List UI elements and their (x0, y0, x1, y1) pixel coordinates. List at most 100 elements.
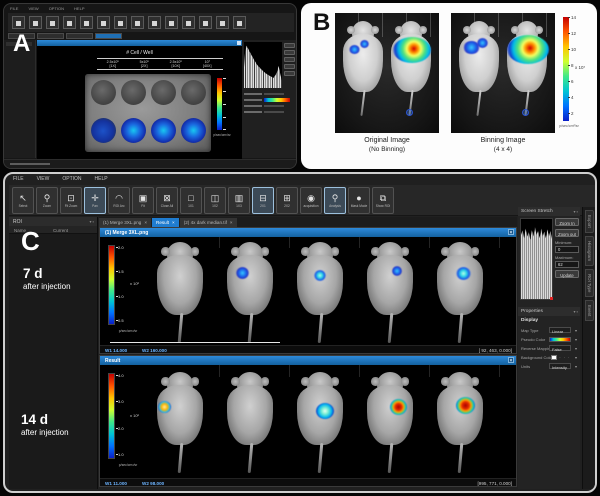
panel-a-viewer-canvas[interactable]: # Cell / Well 2.5x10⁵[1X] 5x10⁵[2X] 2.5x… (37, 46, 242, 159)
close-icon[interactable]: × (144, 220, 147, 228)
zoom-button[interactable]: ⚲Zoom (36, 187, 58, 214)
pseudo-color-gradient[interactable] (549, 337, 571, 342)
menubar: FILE VIEW OPTION HELP (13, 176, 108, 182)
tool-icon[interactable] (97, 16, 110, 29)
acquisition-button[interactable]: ◉acquisition (300, 187, 322, 214)
tool-icon[interactable] (80, 16, 93, 29)
menu-file[interactable]: FILE (13, 176, 24, 182)
zoom-out-button[interactable]: Zoom out (555, 229, 579, 237)
panel-b: B Ori (301, 3, 597, 169)
more-icon[interactable]: ▾ (575, 355, 577, 360)
minimum-input[interactable] (555, 246, 579, 253)
tab-dark-median[interactable]: (2) 4x dark median.tif× (180, 218, 237, 227)
viewer1-canvas[interactable]: 2.0 1.5 1.0 0.5 x 10⁶ p/sec/cm²/sr (100, 237, 516, 347)
image-tab-active[interactable] (95, 33, 122, 39)
mini-button[interactable] (284, 50, 295, 55)
tool-icon[interactable] (63, 16, 76, 29)
viewer2-canvas[interactable]: 4.0 3.0 2.0 1.0 x 10⁶ p/sec/cm²/sr (100, 365, 516, 480)
fit-button[interactable]: ▣Fit (132, 187, 154, 214)
close-icon[interactable]: × (508, 357, 514, 363)
close-all-button[interactable]: ⊠Close All (156, 187, 178, 214)
viewer1-titlebar[interactable]: (1) Merge 3XL.png× (100, 228, 516, 237)
menu-help[interactable]: HELP (95, 176, 108, 182)
layout-1x2-button[interactable]: ◫1X2 (204, 187, 226, 214)
mask-mode-button[interactable]: ●Mask Mode (348, 187, 370, 214)
side-tab-export[interactable]: Export (585, 210, 594, 233)
tool-icon[interactable] (131, 16, 144, 29)
select-icon: ↖ (19, 193, 27, 204)
menu-view[interactable]: VIEW (28, 6, 38, 11)
mini-button[interactable] (284, 64, 295, 69)
map-type-value[interactable]: Linear (549, 327, 571, 333)
reverse-mapping-value[interactable]: False (549, 345, 571, 351)
tool-icon[interactable] (114, 16, 127, 29)
window-level-2: W2 98.000 (142, 481, 164, 486)
colorbar (217, 78, 222, 130)
chevron-down-icon[interactable]: ▾ (575, 337, 577, 342)
background-color-swatch[interactable] (551, 355, 557, 360)
tool-icon[interactable] (182, 16, 195, 29)
mini-button[interactable] (284, 57, 295, 62)
scrollbar[interactable] (110, 342, 280, 344)
layout-2x1-button[interactable]: ⊟2X1 (252, 187, 274, 214)
tool-icon[interactable] (216, 16, 229, 29)
analysis-button[interactable]: ⚲Analysis (324, 187, 346, 214)
image-tab[interactable] (37, 33, 64, 39)
layout-2x2-button[interactable]: ⊞2X2 (276, 187, 298, 214)
show-roi-button[interactable]: ⧉Show ROI (372, 187, 394, 214)
panel-pin-icons[interactable]: ▾ ▪ (89, 219, 94, 224)
tool-icon[interactable] (199, 16, 212, 29)
side-tab-histogram[interactable]: Histogram (585, 236, 594, 266)
pseudo-color-gradient[interactable] (264, 98, 290, 102)
panel-pin-icons[interactable]: ▾ ▪ (573, 309, 578, 314)
tool-icon[interactable] (46, 16, 59, 29)
menu-option[interactable]: OPTION (49, 6, 64, 11)
window-level-1: W1 11.000 (105, 481, 127, 486)
tool-icon[interactable] (29, 16, 42, 29)
chevron-down-icon[interactable]: ▾ (575, 328, 577, 333)
mouse-image (504, 21, 550, 107)
menu-option[interactable]: OPTION (62, 176, 81, 182)
viewer1-colorbar: 2.0 1.5 1.0 0.5 x 10⁶ p/sec/cm²/sr (108, 245, 148, 345)
binning-image (451, 13, 555, 133)
tool-icon[interactable] (233, 16, 246, 29)
menu-view[interactable]: VIEW (37, 176, 50, 182)
layout-1x3-button[interactable]: ▥1X3 (228, 187, 250, 214)
roi-arc-icon: ◠ (115, 193, 123, 204)
side-tab-event[interactable]: Event (585, 300, 594, 321)
viewer2-titlebar[interactable]: Result× (100, 356, 516, 365)
chevron-down-icon[interactable]: ▾ (575, 346, 577, 351)
figure-canvas: FILE VIEW OPTION HELP # Cell / Well 2.5x… (0, 0, 600, 496)
mini-button[interactable] (284, 43, 295, 48)
chevron-down-icon[interactable]: ▾ (575, 364, 577, 369)
close-icon[interactable]: × (172, 220, 175, 228)
maximum-input[interactable] (555, 261, 579, 268)
select-button[interactable]: ↖Select (12, 187, 34, 214)
close-icon[interactable]: × (508, 229, 514, 235)
tab-merge-image[interactable]: (1) Merge 3XL.png× (99, 218, 151, 227)
side-tab-roi-type[interactable]: ROI Type (585, 269, 594, 297)
stretch-histogram[interactable] (520, 218, 553, 300)
layout-1x1-button[interactable]: □1X1 (180, 187, 202, 214)
pan-button[interactable]: ✛Pan (84, 187, 106, 214)
roi-panel: ROI▾ ▪ Name Current (9, 217, 98, 489)
tool-icon[interactable] (12, 16, 25, 29)
image-tab[interactable] (66, 33, 93, 39)
roi-panel-title: ROI (13, 219, 22, 225)
menu-file[interactable]: FILE (10, 6, 18, 11)
fit-zoom-button[interactable]: ⊡Fit Zoom (60, 187, 82, 214)
roi-arc-button[interactable]: ◠ROI Arc (108, 187, 130, 214)
update-button[interactable]: Update (555, 270, 579, 278)
close-icon[interactable]: × (230, 220, 233, 228)
tool-icon[interactable] (148, 16, 161, 29)
tab-result[interactable]: Result× (152, 218, 179, 227)
zoom-in-button[interactable]: Zoom In (555, 218, 579, 226)
panel-c-letter: C (21, 226, 40, 257)
tool-icon[interactable] (165, 16, 178, 29)
units-value[interactable]: Intensity (549, 363, 571, 369)
menu-help[interactable]: HELP (74, 6, 84, 11)
mini-button[interactable] (284, 71, 295, 76)
panel-pin-icons[interactable]: ▾ ▪ (573, 209, 578, 214)
fit-zoom-icon: ⊡ (67, 193, 75, 204)
histogram-handle[interactable] (550, 297, 553, 300)
